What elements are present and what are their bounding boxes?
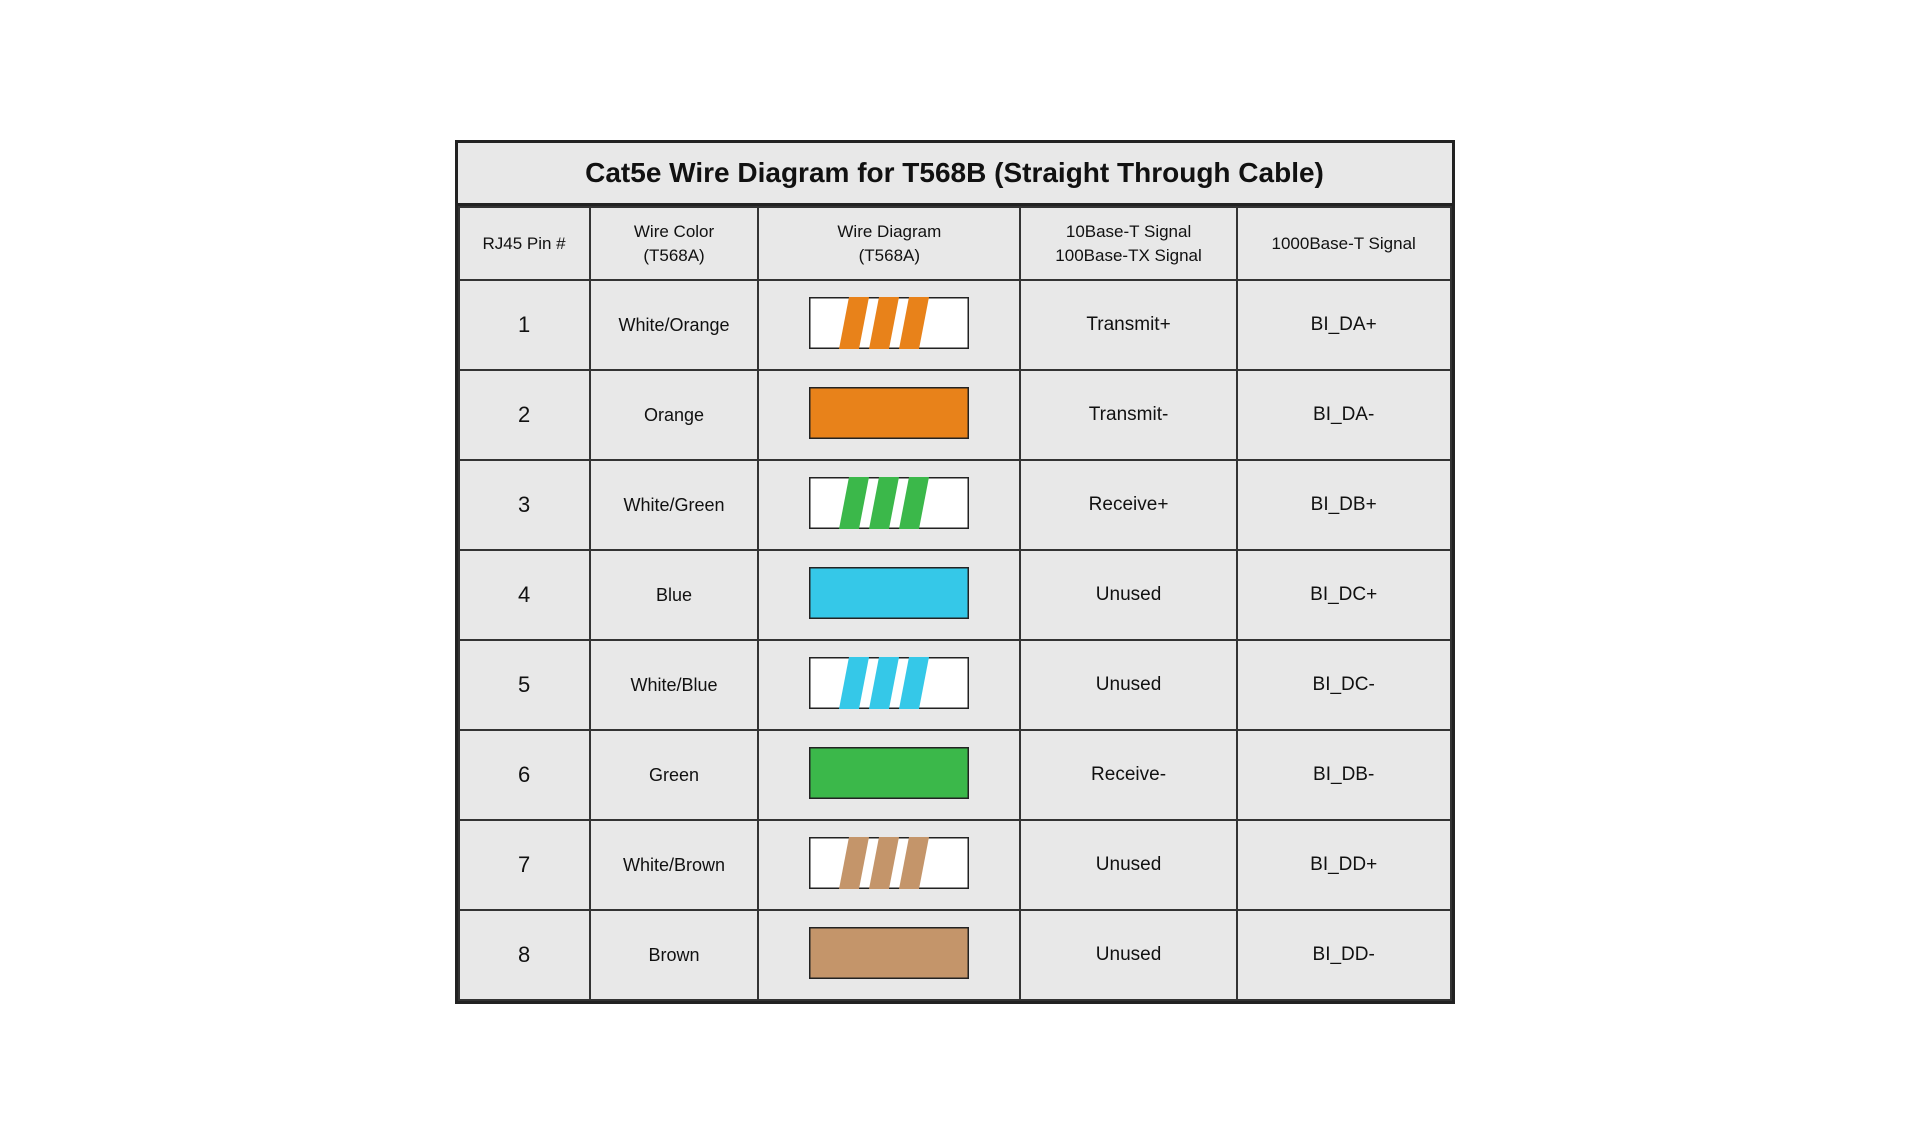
- wire-diagram-5: [809, 747, 969, 804]
- cell-diagram-5: [758, 730, 1020, 820]
- cell-diagram-1: [758, 370, 1020, 460]
- cell-diagram-6: [758, 820, 1020, 910]
- cell-signal100-3: Unused: [1020, 550, 1237, 640]
- cell-pin-4: 5: [459, 640, 590, 730]
- cell-signal1000-0: BI_DA+: [1237, 280, 1451, 370]
- cell-signal1000-7: BI_DD-: [1237, 910, 1451, 1000]
- cell-pin-7: 8: [459, 910, 590, 1000]
- header-wire-diagram: Wire Diagram(T568A): [758, 207, 1020, 281]
- cell-signal1000-2: BI_DB+: [1237, 460, 1451, 550]
- cell-signal100-6: Unused: [1020, 820, 1237, 910]
- cell-color-1: Orange: [590, 370, 759, 460]
- cell-signal1000-5: BI_DB-: [1237, 730, 1451, 820]
- cell-signal1000-1: BI_DA-: [1237, 370, 1451, 460]
- header-signal-100: 10Base-T Signal100Base-TX Signal: [1020, 207, 1237, 281]
- cell-color-5: Green: [590, 730, 759, 820]
- cell-signal100-7: Unused: [1020, 910, 1237, 1000]
- wire-diagram-7: [809, 927, 969, 984]
- cell-signal100-0: Transmit+: [1020, 280, 1237, 370]
- cell-diagram-2: [758, 460, 1020, 550]
- cell-pin-1: 2: [459, 370, 590, 460]
- wire-table: RJ45 Pin # Wire Color(T568A) Wire Diagra…: [458, 206, 1452, 1002]
- wire-diagram-4: [809, 657, 969, 714]
- cell-diagram-4: [758, 640, 1020, 730]
- table-row: 7 White/Brown Unused BI_DD+: [459, 820, 1451, 910]
- wire-diagram-0: [809, 297, 969, 354]
- header-signal-1000: 1000Base-T Signal: [1237, 207, 1451, 281]
- cell-pin-5: 6: [459, 730, 590, 820]
- table-row: 3 White/Green Receive+ BI_DB+: [459, 460, 1451, 550]
- table-row: 4 Blue Unused BI_DC+: [459, 550, 1451, 640]
- wire-diagram-1: [809, 387, 969, 444]
- cell-pin-6: 7: [459, 820, 590, 910]
- cell-pin-0: 1: [459, 280, 590, 370]
- cell-signal100-2: Receive+: [1020, 460, 1237, 550]
- cell-diagram-7: [758, 910, 1020, 1000]
- cell-pin-2: 3: [459, 460, 590, 550]
- cell-pin-3: 4: [459, 550, 590, 640]
- cell-signal1000-6: BI_DD+: [1237, 820, 1451, 910]
- wire-diagram-2: [809, 477, 969, 534]
- table-row: 6 Green Receive- BI_DB-: [459, 730, 1451, 820]
- cell-signal1000-4: BI_DC-: [1237, 640, 1451, 730]
- wire-diagram-3: [809, 567, 969, 624]
- cell-color-2: White/Green: [590, 460, 759, 550]
- cell-color-4: White/Blue: [590, 640, 759, 730]
- table-row: 5 White/Blue Unused BI_DC-: [459, 640, 1451, 730]
- cell-color-7: Brown: [590, 910, 759, 1000]
- cell-color-3: Blue: [590, 550, 759, 640]
- cell-diagram-0: [758, 280, 1020, 370]
- cell-signal1000-3: BI_DC+: [1237, 550, 1451, 640]
- cell-diagram-3: [758, 550, 1020, 640]
- diagram-title: Cat5e Wire Diagram for T568B (Straight T…: [458, 143, 1452, 206]
- cell-signal100-1: Transmit-: [1020, 370, 1237, 460]
- table-row: 1 White/Orange Transmit+ BI_DA+: [459, 280, 1451, 370]
- cell-color-6: White/Brown: [590, 820, 759, 910]
- cell-signal100-5: Receive-: [1020, 730, 1237, 820]
- diagram-container: Cat5e Wire Diagram for T568B (Straight T…: [455, 140, 1455, 1005]
- table-row: 8 Brown Unused BI_DD-: [459, 910, 1451, 1000]
- wire-diagram-6: [809, 837, 969, 894]
- header-wire-color: Wire Color(T568A): [590, 207, 759, 281]
- table-row: 2 Orange Transmit- BI_DA-: [459, 370, 1451, 460]
- cell-color-0: White/Orange: [590, 280, 759, 370]
- cell-signal100-4: Unused: [1020, 640, 1237, 730]
- header-pin: RJ45 Pin #: [459, 207, 590, 281]
